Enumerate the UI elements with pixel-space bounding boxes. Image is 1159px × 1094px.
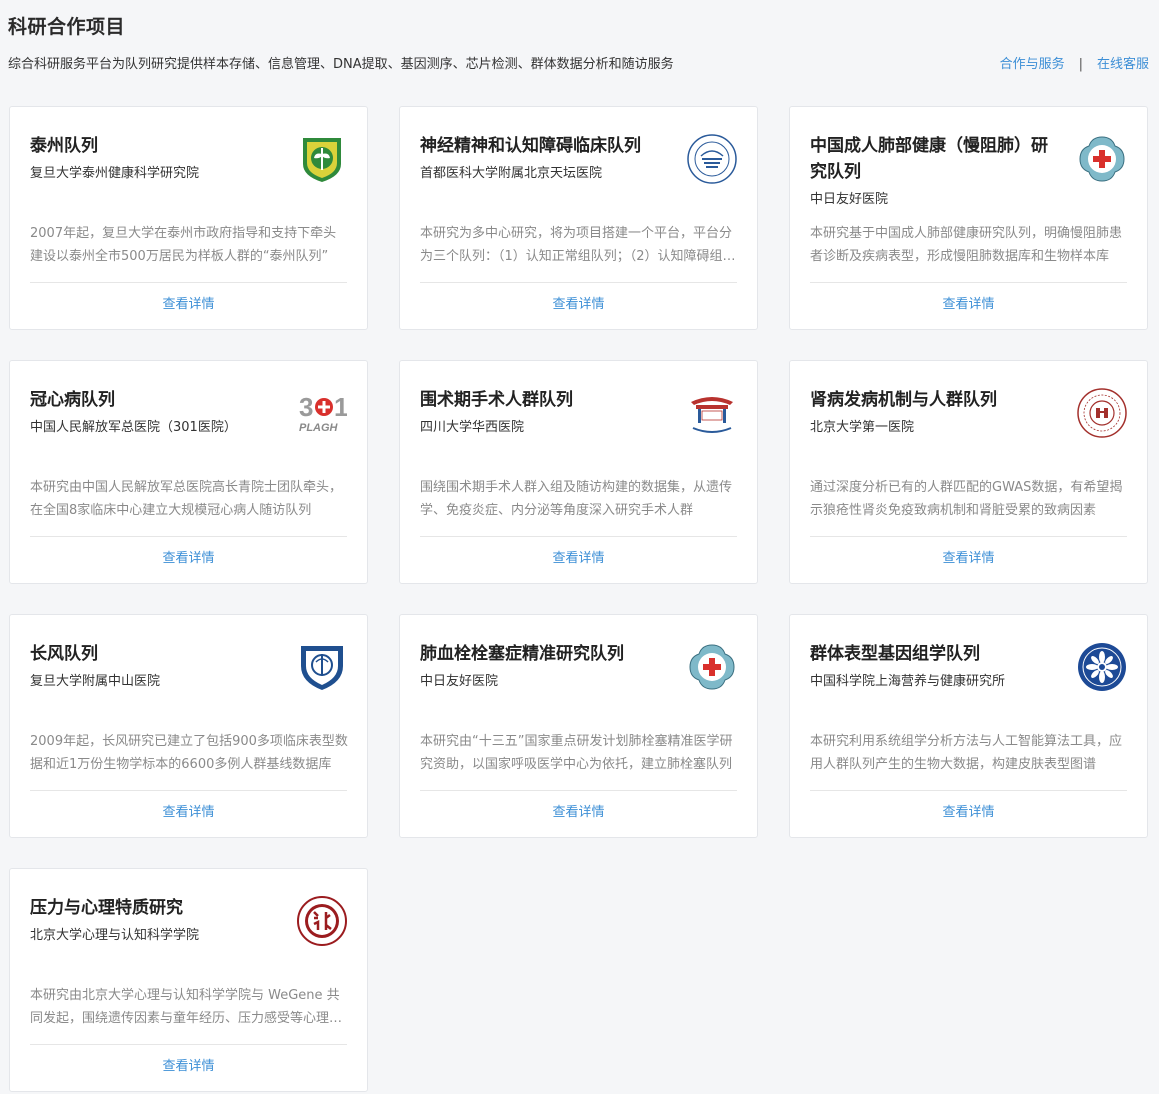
project-card: 神经精神和认知障碍临床队列 首都医科大学附属北京天坛医院 本研究为多中心研究，将…	[399, 106, 758, 330]
card-title: 长风队列	[30, 644, 98, 664]
view-details-link[interactable]: 查看详情	[10, 549, 367, 569]
card-institution: 四川大学华西医院	[420, 420, 525, 435]
view-details-link[interactable]: 查看详情	[790, 295, 1147, 315]
card-description: 通过深度分析已有的人群匹配的GWAS数据，有希望揭示狼疮性肾炎免疫致病机制和肾脏…	[810, 480, 1123, 518]
card-title: 肺血栓栓塞症精准研究队列	[420, 644, 624, 664]
peking-university-first-hospital-logo-icon	[1077, 388, 1127, 438]
project-grid: 泰州队列 复旦大学泰州健康科学研究院 2007年起，复旦大学在泰州市政府指导和支…	[9, 106, 1150, 1092]
card-title: 肾病发病机制与人群队列	[810, 390, 997, 410]
card-description: 围绕围术期手术人群入组及随访构建的数据集，从遗传学、免疫炎症、内分泌等角度深入研…	[420, 480, 733, 518]
zhongshan-hospital-logo-icon	[297, 642, 347, 692]
page-title: 科研合作项目	[8, 16, 126, 38]
card-institution: 中国人民解放军总医院（301医院）	[30, 420, 237, 435]
taizhou-logo-icon	[297, 134, 347, 184]
card-description: 本研究基于中国成人肺部健康研究队列，明确慢阻肺患者诊断及疾病表型，形成慢阻肺数据…	[810, 226, 1123, 264]
card-institution: 北京大学心理与认知科学学院	[30, 928, 200, 943]
card-title: 围术期手术人群队列	[420, 390, 573, 410]
tiantan-hospital-logo-icon	[687, 134, 737, 184]
card-institution: 首都医科大学附属北京天坛医院	[420, 166, 603, 181]
project-card: 群体表型基因组学队列 中国科学院上海营养与健康研究所 本研究利用系统组学分析方法…	[789, 614, 1148, 838]
card-title: 群体表型基因组学队列	[810, 644, 980, 664]
page: 科研合作项目 综合科研服务平台为队列研究提供样本存储、信息管理、DNA提取、基因…	[0, 0, 1159, 1094]
card-divider	[420, 790, 737, 791]
china-japan-friendship-hospital-logo-icon	[687, 642, 737, 692]
card-description: 本研究由“十三五”国家重点研发计划肺栓塞精准医学研究资助，以国家呼吸医学中心为依…	[420, 734, 733, 772]
card-institution: 复旦大学附属中山医院	[30, 674, 161, 689]
cas-sinh-logo-icon	[1077, 642, 1127, 692]
card-institution: 中日友好医院	[420, 674, 499, 689]
cooperation-link[interactable]: 合作与服务	[1000, 55, 1065, 75]
view-details-link[interactable]: 查看详情	[790, 803, 1147, 823]
card-divider	[810, 282, 1127, 283]
project-card: 肾病发病机制与人群队列 北京大学第一医院 通过深度分析已有的人群匹配的GWAS数…	[789, 360, 1148, 584]
view-details-link[interactable]: 查看详情	[400, 295, 757, 315]
card-description: 本研究为多中心研究，将为项目搭建一个平台，平台分为三个队列：（1）认知正常组队列…	[420, 226, 736, 264]
card-title: 神经精神和认知障碍临床队列	[420, 136, 641, 156]
card-divider	[30, 1044, 347, 1045]
card-institution: 中日友好医院	[810, 192, 889, 207]
online-service-link[interactable]: 在线客服	[1097, 55, 1149, 75]
card-title: 泰州队列	[30, 136, 98, 156]
china-japan-friendship-hospital-logo-icon	[1077, 134, 1127, 184]
card-divider	[420, 536, 737, 537]
card-divider	[420, 282, 737, 283]
project-card: 肺血栓栓塞症精准研究队列 中日友好医院 本研究由“十三五”国家重点研发计划肺栓塞…	[399, 614, 758, 838]
card-divider	[810, 536, 1127, 537]
card-institution: 复旦大学泰州健康科学研究院	[30, 166, 200, 181]
link-separator: |	[1078, 57, 1083, 72]
view-details-link[interactable]: 查看详情	[10, 803, 367, 823]
svg-text:PLAGH: PLAGH	[299, 422, 339, 434]
card-divider	[30, 790, 347, 791]
project-card: 长风队列 复旦大学附属中山医院 2009年起，长风研究已建立了包括900多项临床…	[9, 614, 368, 838]
card-description: 本研究由北京大学心理与认知科学学院与 WeGene 共同发起，围绕遗传因素与童年…	[30, 988, 343, 1026]
page-description: 综合科研服务平台为队列研究提供样本存储、信息管理、DNA提取、基因测序、芯片检测…	[8, 57, 674, 72]
view-details-link[interactable]: 查看详情	[400, 549, 757, 569]
card-institution: 北京大学第一医院	[810, 420, 915, 435]
plagh-301-logo-icon: 3 1 PLAGH	[297, 388, 348, 438]
card-title: 冠心病队列	[30, 390, 115, 410]
view-details-link[interactable]: 查看详情	[790, 549, 1147, 569]
west-china-hospital-logo-icon	[687, 388, 737, 438]
view-details-link[interactable]: 查看详情	[10, 1057, 367, 1077]
project-card: 压力与心理特质研究 北京大学心理与认知科学学院 本研究由北京大学心理与认知科学学…	[9, 868, 368, 1092]
card-description: 2009年起，长风研究已建立了包括900多项临床表型数据和近1万份生物学标本的6…	[30, 734, 348, 772]
peking-university-logo-icon	[297, 896, 347, 946]
project-card: 围术期手术人群队列 四川大学华西医院 围绕围术期手术人群入组及随访构建的数据集，…	[399, 360, 758, 584]
card-divider	[30, 282, 347, 283]
view-details-link[interactable]: 查看详情	[400, 803, 757, 823]
project-card: 冠心病队列 中国人民解放军总医院（301医院） 3 1 PLAGH 本研究由中国…	[9, 360, 368, 584]
view-details-link[interactable]: 查看详情	[10, 295, 367, 315]
card-title: 中国成人肺部健康（慢阻肺）研究队列	[810, 136, 1048, 182]
card-description: 本研究由中国人民解放军总医院高长青院士团队牵头，在全国8家临床中心建立大规模冠心…	[30, 480, 343, 518]
project-card: 中国成人肺部健康（慢阻肺）研究队列 中日友好医院 本研究基于中国成人肺部健康研究…	[789, 106, 1148, 330]
card-divider	[810, 790, 1127, 791]
header-links: 合作与服务 | 在线客服	[1000, 55, 1149, 75]
project-card: 泰州队列 复旦大学泰州健康科学研究院 2007年起，复旦大学在泰州市政府指导和支…	[9, 106, 368, 330]
card-description: 本研究利用系统组学分析方法与人工智能算法工具，应用人群队列产生的生物大数据，构建…	[810, 734, 1123, 772]
card-title: 压力与心理特质研究	[30, 898, 183, 918]
card-divider	[30, 536, 347, 537]
svg-text:3: 3	[299, 392, 313, 422]
svg-text:1: 1	[334, 392, 347, 422]
card-institution: 中国科学院上海营养与健康研究所	[810, 674, 1006, 689]
card-description: 2007年起，复旦大学在泰州市政府指导和支持下牵头建设以泰州全市500万居民为样…	[30, 226, 337, 264]
